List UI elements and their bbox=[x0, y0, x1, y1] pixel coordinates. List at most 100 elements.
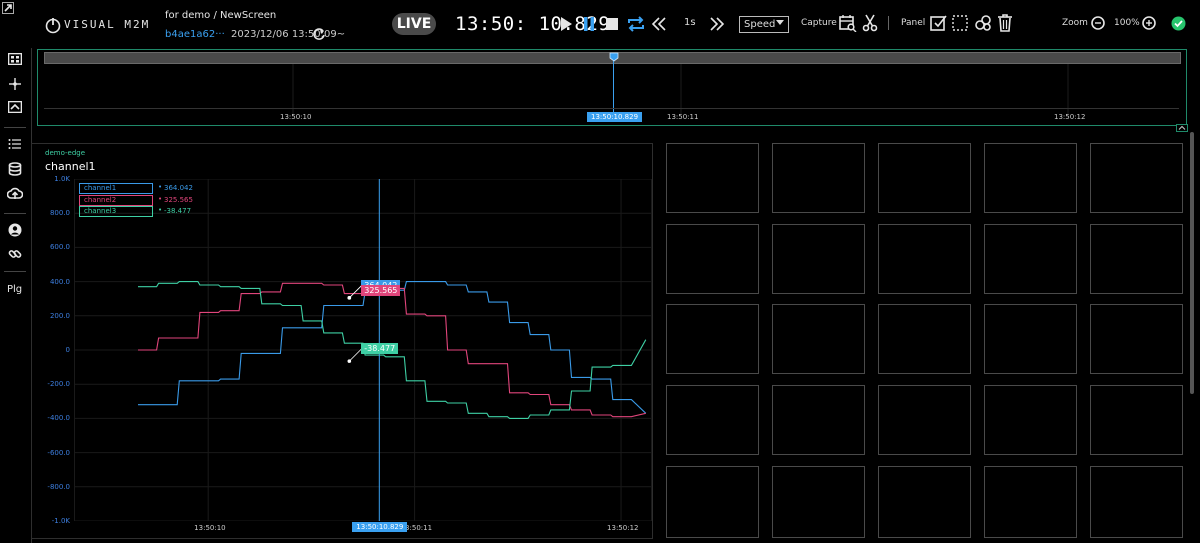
y-tick-label: -800.0 bbox=[47, 482, 70, 491]
chart-panel[interactable]: demo-edge channel1 1.0K 800.0 600.0 400.0 20… bbox=[31, 143, 653, 539]
empty-panel-slot[interactable] bbox=[666, 304, 759, 374]
panel-subtitle: demo-edge bbox=[45, 149, 86, 157]
dashboard-icon[interactable] bbox=[8, 53, 22, 65]
empty-panel-slot[interactable] bbox=[984, 466, 1077, 538]
refresh-icon[interactable] bbox=[312, 27, 326, 41]
empty-panel-slot[interactable] bbox=[984, 143, 1077, 213]
chart-window-icon[interactable] bbox=[8, 101, 22, 113]
toolbar-divider bbox=[888, 16, 889, 30]
panel-label: Panel bbox=[901, 18, 926, 28]
sidebar-divider bbox=[4, 271, 26, 272]
legend-value-bullet: • bbox=[158, 206, 163, 214]
timeline-strip[interactable]: 13:50:10 13:50:11 13:50:12 13:50:10.829 bbox=[37, 49, 1187, 126]
empty-panel-slot[interactable] bbox=[878, 143, 971, 213]
y-tick-label: -1.0K bbox=[51, 517, 70, 525]
legend-entry[interactable]: channel2 bbox=[79, 195, 153, 206]
vertical-scrollbar[interactable] bbox=[1190, 132, 1194, 394]
empty-panel-slot[interactable] bbox=[666, 466, 759, 538]
timeline-handle-icon[interactable] bbox=[609, 52, 619, 62]
y-tick-label: 600.0 bbox=[49, 243, 70, 252]
loop-icon[interactable] bbox=[626, 15, 646, 33]
collapse-timeline-icon[interactable] bbox=[1176, 124, 1188, 132]
empty-panel-slot[interactable] bbox=[878, 385, 971, 455]
empty-panel-slot[interactable] bbox=[1090, 143, 1183, 213]
empty-panel-slot[interactable] bbox=[772, 466, 865, 538]
plugin-menu-item[interactable]: Plg bbox=[7, 284, 22, 295]
empty-panel-slot[interactable] bbox=[984, 224, 1077, 294]
cursor-value-tag: -38.477 bbox=[361, 343, 399, 355]
scissors-icon[interactable] bbox=[862, 14, 878, 32]
status-ok-icon[interactable] bbox=[1171, 16, 1186, 31]
fast-forward-icon[interactable] bbox=[709, 16, 725, 32]
timeline-grid bbox=[292, 64, 1069, 114]
x-tick-label: 13:50:12 bbox=[607, 524, 639, 532]
cloud-upload-icon[interactable] bbox=[7, 187, 23, 201]
y-tick-label: 800.0 bbox=[49, 209, 70, 218]
empty-panel-slot[interactable] bbox=[1090, 304, 1183, 374]
cursor-leader-line bbox=[349, 348, 362, 362]
app-logo-text: VISUAL M2M bbox=[64, 18, 151, 31]
empty-panel-slot[interactable] bbox=[772, 304, 865, 374]
empty-panel-slot[interactable] bbox=[984, 304, 1077, 374]
timeline-tick-label: 13:50:10 bbox=[280, 113, 312, 121]
play-icon[interactable] bbox=[559, 16, 573, 32]
select-area-icon[interactable] bbox=[952, 15, 968, 31]
capture-label: Capture bbox=[801, 18, 837, 28]
empty-panel-slot[interactable] bbox=[984, 385, 1077, 455]
expand-icon[interactable] bbox=[2, 2, 14, 14]
timeline-cursor-line[interactable] bbox=[613, 60, 614, 115]
timeline-axis bbox=[44, 108, 1179, 109]
y-tick-label: 200.0 bbox=[49, 311, 70, 320]
empty-panel-slot[interactable] bbox=[666, 143, 759, 213]
x-tick-label: 13:50:10 bbox=[194, 524, 226, 532]
link-icon[interactable] bbox=[8, 247, 22, 261]
y-tick-label: -200.0 bbox=[47, 380, 70, 389]
database-icon[interactable] bbox=[8, 162, 22, 176]
calendar-search-icon[interactable] bbox=[839, 14, 857, 32]
top-bar: VISUAL M2M for demo / NewScreen b4ae1a62… bbox=[0, 0, 1200, 48]
panel-add-icon[interactable] bbox=[974, 14, 992, 32]
empty-panel-slot[interactable] bbox=[1090, 224, 1183, 294]
timeline-tick-label: 13:50:12 bbox=[1054, 113, 1086, 121]
chevron-down-icon bbox=[776, 20, 784, 25]
empty-panel-slot[interactable] bbox=[1090, 385, 1183, 455]
list-icon[interactable] bbox=[8, 138, 22, 150]
legend-value-bullet: • bbox=[158, 183, 163, 191]
legend-value: 325.565 bbox=[164, 196, 193, 204]
logo-power-icon bbox=[45, 18, 61, 34]
sidebar-divider bbox=[4, 213, 26, 214]
empty-panel-slot[interactable] bbox=[666, 224, 759, 294]
empty-panel-slot[interactable] bbox=[1090, 466, 1183, 538]
trash-icon[interactable] bbox=[997, 14, 1013, 32]
legend-entry[interactable]: channel3 bbox=[79, 206, 153, 217]
left-sidebar: Plg bbox=[0, 48, 32, 543]
zoom-value: 100% bbox=[1114, 18, 1140, 28]
empty-panel-slot[interactable] bbox=[772, 385, 865, 455]
pause-icon[interactable] bbox=[582, 16, 596, 32]
live-button[interactable]: LIVE bbox=[392, 13, 436, 35]
cursor-leader-line bbox=[349, 285, 362, 299]
user-icon[interactable] bbox=[8, 223, 22, 237]
breadcrumb: for demo / NewScreen bbox=[165, 10, 277, 21]
stop-icon[interactable] bbox=[605, 17, 619, 31]
rewind-icon[interactable] bbox=[651, 16, 667, 32]
speed-select-label: Speed bbox=[744, 19, 776, 30]
empty-panel-slot[interactable] bbox=[772, 143, 865, 213]
empty-panel-slot[interactable] bbox=[878, 304, 971, 374]
empty-panel-slot[interactable] bbox=[772, 224, 865, 294]
legend-value-bullet: • bbox=[158, 195, 163, 203]
session-id-link[interactable]: b4ae1a62··· bbox=[165, 29, 225, 40]
panel-edit-icon[interactable] bbox=[930, 14, 948, 32]
panel-title: channel1 bbox=[45, 160, 96, 173]
sidebar-divider bbox=[4, 127, 26, 128]
empty-panel-slot[interactable] bbox=[878, 466, 971, 538]
empty-panel-slot[interactable] bbox=[666, 385, 759, 455]
topology-icon[interactable] bbox=[8, 77, 22, 91]
zoom-out-icon[interactable] bbox=[1091, 16, 1105, 30]
step-label: 1s bbox=[684, 17, 696, 28]
timeline-cursor-label: 13:50:10.829 bbox=[587, 112, 643, 122]
empty-panel-slot[interactable] bbox=[878, 224, 971, 294]
y-tick-label: -600.0 bbox=[47, 448, 70, 457]
zoom-in-icon[interactable] bbox=[1142, 16, 1156, 30]
legend-entry[interactable]: channel1 bbox=[79, 183, 153, 194]
